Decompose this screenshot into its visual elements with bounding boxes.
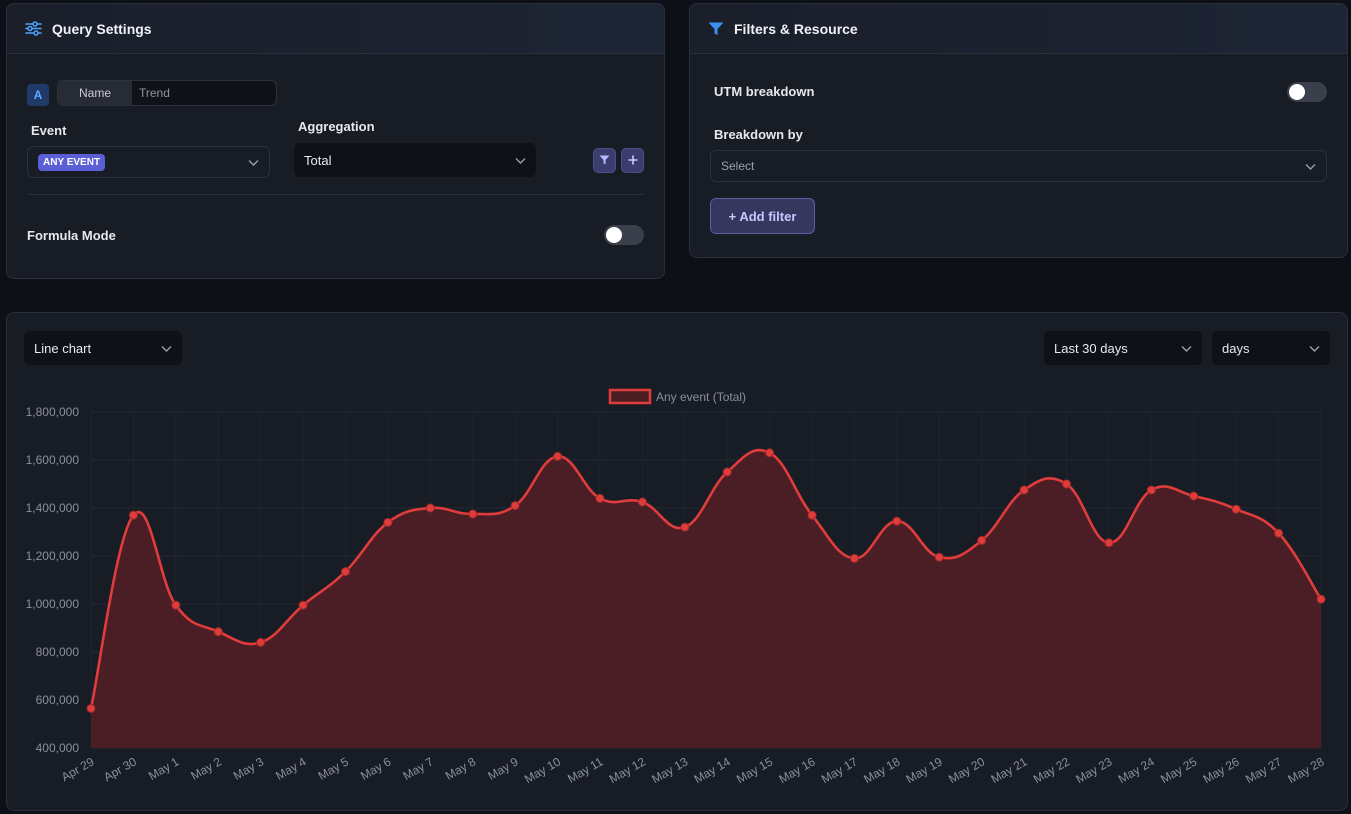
utm-breakdown-label: UTM breakdown (714, 84, 815, 99)
query-settings-header: Query Settings (7, 4, 664, 54)
utm-breakdown-toggle[interactable] (1287, 82, 1327, 102)
breakdown-select[interactable]: Select (710, 150, 1327, 182)
interval-value: days (1222, 340, 1250, 356)
add-filter-button[interactable]: + Add filter (710, 198, 815, 234)
aggregation-label: Aggregation (298, 119, 375, 134)
divider (27, 194, 644, 195)
event-label: Event (31, 123, 67, 138)
name-label: Name (58, 81, 132, 105)
query-settings-title: Query Settings (52, 20, 152, 37)
add-series-button[interactable] (621, 148, 644, 173)
interval-select[interactable]: days (1212, 331, 1330, 365)
date-range-value: Last 30 days (1054, 340, 1128, 356)
chart-type-select[interactable]: Line chart (24, 331, 182, 365)
chart-panel: Line chart Last 30 days days (6, 312, 1348, 811)
breakdown-placeholder: Select (721, 159, 755, 173)
date-range-select[interactable]: Last 30 days (1044, 331, 1202, 365)
query-settings-panel: Query Settings A Name Trend Event ANY EV… (6, 3, 665, 279)
formula-mode-label: Formula Mode (27, 228, 116, 243)
sliders-icon (25, 21, 42, 36)
series-name-field[interactable]: Name Trend (57, 80, 277, 106)
aggregation-value: Total (304, 152, 332, 168)
chevron-down-icon (1305, 159, 1316, 174)
breakdown-by-label: Breakdown by (714, 127, 803, 142)
funnel-icon (599, 152, 610, 170)
filters-panel: Filters & Resource UTM breakdown Breakdo… (689, 3, 1348, 258)
chart-type-value: Line chart (34, 340, 92, 356)
aggregation-select[interactable]: Total (294, 143, 536, 177)
chevron-down-icon (161, 341, 172, 356)
chevron-down-icon (1309, 341, 1320, 356)
formula-mode-toggle[interactable] (604, 225, 644, 245)
series-filter-button[interactable] (593, 148, 616, 173)
plus-icon (628, 152, 638, 170)
filters-title: Filters & Resource (734, 20, 858, 37)
name-input[interactable]: Trend (132, 81, 170, 105)
event-select[interactable]: ANY EVENT (27, 146, 270, 178)
filters-header: Filters & Resource (690, 4, 1347, 54)
chevron-down-icon (248, 155, 259, 170)
chevron-down-icon (515, 153, 526, 168)
any-event-badge: ANY EVENT (38, 153, 106, 171)
series-letter-badge: A (27, 84, 49, 106)
chevron-down-icon (1181, 341, 1192, 356)
funnel-icon (708, 22, 724, 36)
